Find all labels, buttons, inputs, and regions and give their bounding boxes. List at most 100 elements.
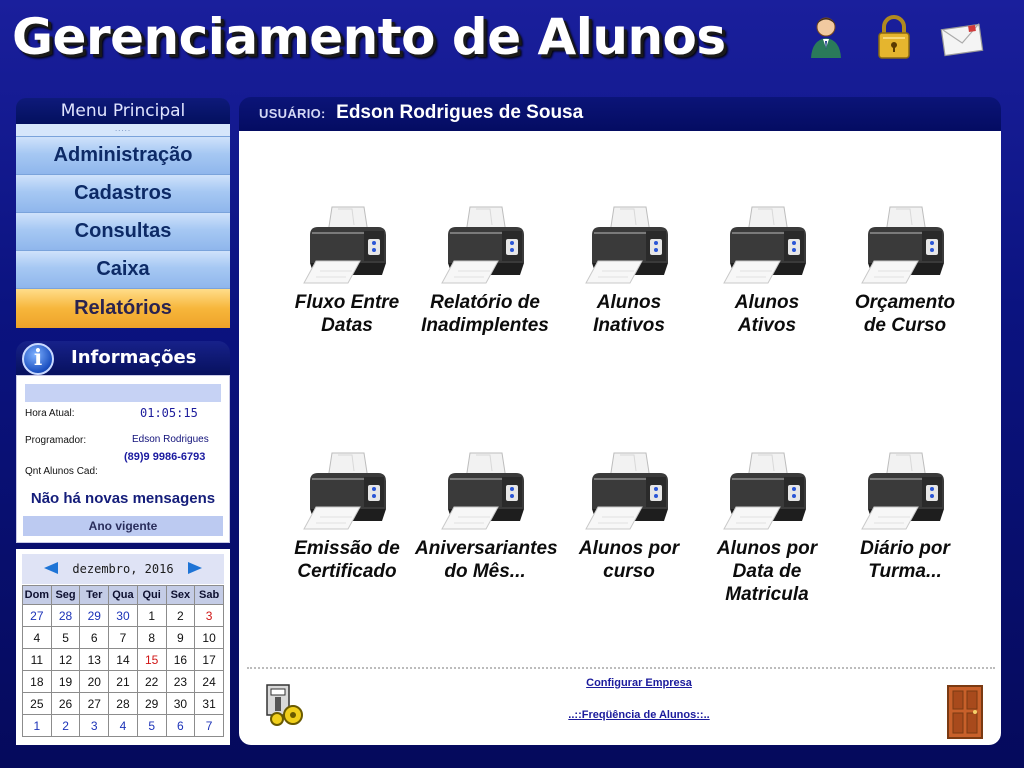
calendar-day[interactable]: 21 (108, 670, 138, 693)
report-item[interactable]: Aniversariantes do Mês... (415, 449, 558, 583)
programador-name: Edson Rodrigues (132, 434, 209, 445)
report-item[interactable]: Alunos por curso (559, 449, 699, 583)
calendar-day[interactable]: 2 (50, 714, 81, 737)
calendar-day[interactable]: 29 (79, 604, 110, 627)
year-bar: Ano vigente (23, 516, 223, 536)
calendar-day[interactable]: 28 (108, 692, 138, 715)
calendar-day[interactable]: 10 (194, 626, 224, 649)
calendar-day[interactable]: 14 (108, 648, 138, 671)
calendar-day[interactable]: 4 (22, 626, 52, 649)
calendar-day[interactable]: 8 (136, 626, 167, 649)
report-item[interactable]: Diário por Turma... (835, 449, 975, 583)
menu-item-cadastros[interactable]: Cadastros (16, 174, 230, 212)
report-label: Alunos Inativos (593, 292, 665, 336)
calendar-day[interactable]: 2 (165, 604, 196, 627)
calendar-day-header: Dom (22, 585, 52, 605)
calendar-day[interactable]: 3 (194, 604, 224, 627)
report-item[interactable]: Emissão de Certificado (277, 449, 417, 583)
next-month-icon[interactable] (188, 562, 202, 574)
report-item[interactable]: Alunos Inativos (559, 203, 699, 337)
mail-icon[interactable] (940, 16, 984, 62)
report-item[interactable]: Orçamento de Curso (835, 203, 975, 337)
report-label: Fluxo Entre Datas (294, 292, 400, 336)
printer-icon (585, 452, 668, 530)
calendar-day[interactable]: 7 (194, 714, 224, 737)
programador-phone: (89)9 9986-6793 (124, 451, 206, 463)
calendar-day[interactable]: 4 (108, 714, 138, 737)
calendar-day[interactable]: 5 (136, 714, 167, 737)
hora-value: 01:05:15 (140, 406, 198, 420)
calendar-day-header: Seg (50, 585, 81, 605)
calendar-day[interactable]: 31 (194, 692, 224, 715)
report-item[interactable]: Fluxo Entre Datas (277, 203, 417, 337)
attendance-link[interactable]: ..::Freqüência de Alunos::.. (439, 709, 839, 721)
calendar-day-header: Ter (79, 585, 110, 605)
footer-links: Configurar Empresa ..::Freqüência de Alu… (439, 677, 839, 721)
lock-icon[interactable] (874, 14, 914, 60)
prev-month-icon[interactable] (44, 562, 58, 574)
calendar-day[interactable]: 16 (165, 648, 196, 671)
calendar-day[interactable]: 1 (136, 604, 167, 627)
calendar-day[interactable]: 5 (50, 626, 81, 649)
user-label: USUÁRIO: (259, 106, 326, 121)
calendar-day[interactable]: 7 (108, 626, 138, 649)
report-label: Diário por Turma... (860, 538, 950, 582)
calendar-day-header: Qua (108, 585, 138, 605)
info-icon: i (22, 343, 54, 375)
configure-company-link[interactable]: Configurar Empresa (439, 677, 839, 689)
exit-door-icon[interactable] (947, 685, 983, 739)
report-label: Aniversariantes do Mês... (415, 538, 558, 582)
calendar-day[interactable]: 20 (79, 670, 110, 693)
calendar-day[interactable]: 12 (50, 648, 81, 671)
calendar-day[interactable]: 30 (108, 604, 138, 627)
printer-icon (861, 206, 944, 284)
calendar-day[interactable]: 13 (79, 648, 110, 671)
calendar-day[interactable]: 30 (165, 692, 196, 715)
calendar-header: dezembro, 2016 (22, 554, 224, 584)
programador-label: Programador: (25, 435, 87, 446)
user-bar: USUÁRIO: Edson Rodrigues de Sousa (239, 97, 1001, 131)
report-item[interactable]: Relatório de Inadimplentes (415, 203, 555, 337)
calendar-day[interactable]: 1 (22, 714, 52, 737)
calendar-day[interactable]: 11 (22, 648, 52, 671)
calendar-day[interactable]: 9 (165, 626, 196, 649)
report-item[interactable]: Alunos por Data de Matricula (697, 449, 837, 606)
user-icon[interactable] (806, 14, 846, 60)
reports-panel: Fluxo Entre Datas Relatório de Inadimplent… (239, 131, 1001, 745)
calendar-day[interactable]: 18 (22, 670, 52, 693)
menu-item-relatorios[interactable]: Relatórios (16, 288, 230, 328)
report-label: Alunos Ativos (734, 292, 800, 336)
calendar-day[interactable]: 19 (50, 670, 81, 693)
calendar-day[interactable]: 23 (165, 670, 196, 693)
alunos-label: Qnt Alunos Cad: (25, 466, 98, 477)
calendar-day[interactable]: 28 (50, 604, 81, 627)
info-title: Informações (71, 347, 197, 368)
calendar-day-header: Qui (136, 585, 167, 605)
menu-item-administracao[interactable]: Administração (16, 136, 230, 174)
info-header: i Informações (16, 341, 230, 375)
calendar-day[interactable]: 6 (165, 714, 196, 737)
printer-icon (723, 452, 806, 530)
calendar-day[interactable]: 27 (79, 692, 110, 715)
calendar-day[interactable]: 24 (194, 670, 224, 693)
calendar-day[interactable]: 15 (136, 648, 167, 671)
calendar-day[interactable]: 17 (194, 648, 224, 671)
calendar-grid: Dom Seg Ter Qua Qui Sex Sab 27 28 29 30 1 2 3 4 5 6 7 8 9 1… (22, 585, 224, 737)
calendar-day[interactable]: 25 (22, 692, 52, 715)
info-bar (25, 384, 221, 402)
report-label: Emissão de Certificado (294, 538, 400, 582)
calendar-day[interactable]: 3 (79, 714, 110, 737)
configure-icon[interactable] (263, 683, 307, 727)
calendar-day[interactable]: 29 (136, 692, 167, 715)
info-panel: i Informações Hora Atual: 01:05:15 Progr… (16, 341, 230, 543)
printer-icon (585, 206, 668, 284)
calendar-day[interactable]: 27 (22, 604, 52, 627)
menu-item-consultas[interactable]: Consultas (16, 212, 230, 250)
menu-item-caixa[interactable]: Caixa (16, 250, 230, 288)
printer-icon (441, 206, 524, 284)
report-item[interactable]: Alunos Ativos (697, 203, 837, 337)
calendar-day[interactable]: 22 (136, 670, 167, 693)
calendar-day[interactable]: 6 (79, 626, 110, 649)
calendar-day[interactable]: 26 (50, 692, 81, 715)
calendar: dezembro, 2016 Dom Seg Ter Qua Qui Sex Sab 27 2… (16, 549, 230, 745)
